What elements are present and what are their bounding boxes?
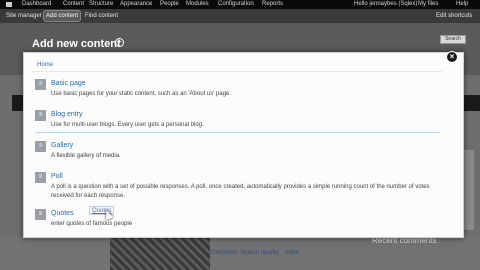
- page-title: Add new content: [32, 38, 121, 50]
- shortcut-add-content[interactable]: Add content: [42, 10, 82, 22]
- toolbar-my-files[interactable]: My files: [418, 0, 438, 9]
- shortcut-find-content[interactable]: Find content: [83, 11, 120, 21]
- toolbar-help[interactable]: Help: [456, 0, 468, 9]
- home-icon[interactable]: [6, 2, 12, 7]
- map-image: [110, 237, 210, 270]
- shortcut-site-manager[interactable]: Site manager: [4, 11, 44, 21]
- content-type-title[interactable]: Basic page: [51, 80, 86, 87]
- toolbar-item-appearance[interactable]: Appearance: [120, 0, 152, 9]
- content-type-title[interactable]: Poll: [51, 173, 63, 180]
- content-type-icon: ≡: [35, 209, 46, 220]
- add-shortcut-icon[interactable]: +: [115, 38, 124, 47]
- toolbar-item-people[interactable]: People: [160, 0, 179, 9]
- more-link[interactable]: more: [285, 250, 299, 256]
- admin-toolbar: Dashboard Content Structure Appearance P…: [0, 0, 480, 9]
- content-type-title[interactable]: Blog entry: [51, 111, 83, 118]
- shortcut-bar: Site manager Add content Find content Ed…: [0, 9, 480, 23]
- edit-shortcuts-link[interactable]: Edit shortcuts: [434, 11, 474, 21]
- content-type-description: Use for multi-user blogs. Every user get…: [51, 122, 204, 128]
- toolbar-item-modules[interactable]: Modules: [186, 0, 209, 9]
- content-type-description: Use basic pages for your static content,…: [51, 91, 232, 97]
- toolbar-item-dashboard[interactable]: Dashboard: [22, 0, 51, 9]
- toolbar-item-content[interactable]: Content: [63, 0, 84, 9]
- search-nearby-link[interactable]: Search nearby: [240, 250, 279, 256]
- content-type-description: enter quotes of famous people: [51, 221, 133, 227]
- content-type-title[interactable]: Quotes: [51, 210, 74, 217]
- content-type-poll[interactable]: ≡ Poll A poll is a question with a set o…: [35, 172, 440, 202]
- content-type-description: A poll is a question with a set of possi…: [51, 184, 430, 199]
- breadcrumb[interactable]: Home: [37, 62, 53, 68]
- divider: [32, 71, 442, 72]
- content-type-icon: ≡: [35, 110, 46, 121]
- toolbar-item-reports[interactable]: Reports: [262, 0, 283, 9]
- content-type-title[interactable]: Gallery: [51, 142, 73, 149]
- content-type-blog-entry[interactable]: ≡ Blog entry Use for multi-user blogs. E…: [35, 110, 440, 133]
- content-type-description: A flexible gallery of media.: [51, 153, 121, 159]
- content-type-gallery[interactable]: ≡ Gallery A flexible gallery of media.: [35, 141, 440, 164]
- content-type-basic-page[interactable]: ≡ Basic page Use basic pages for your st…: [35, 79, 440, 102]
- toolbar-item-configuration[interactable]: Configuration: [218, 0, 254, 9]
- toolbar-item-structure[interactable]: Structure: [89, 0, 113, 9]
- content-type-icon: ≡: [35, 79, 46, 90]
- search-button[interactable]: Search: [440, 35, 466, 44]
- content-type-icon: ≡: [35, 172, 46, 183]
- directions-link[interactable]: Directions: [210, 250, 237, 256]
- close-icon[interactable]: ×: [446, 51, 458, 63]
- content-type-icon: ≡: [35, 141, 46, 152]
- toolbar-user[interactable]: Hello jennaybes (Sqlex): [354, 0, 417, 9]
